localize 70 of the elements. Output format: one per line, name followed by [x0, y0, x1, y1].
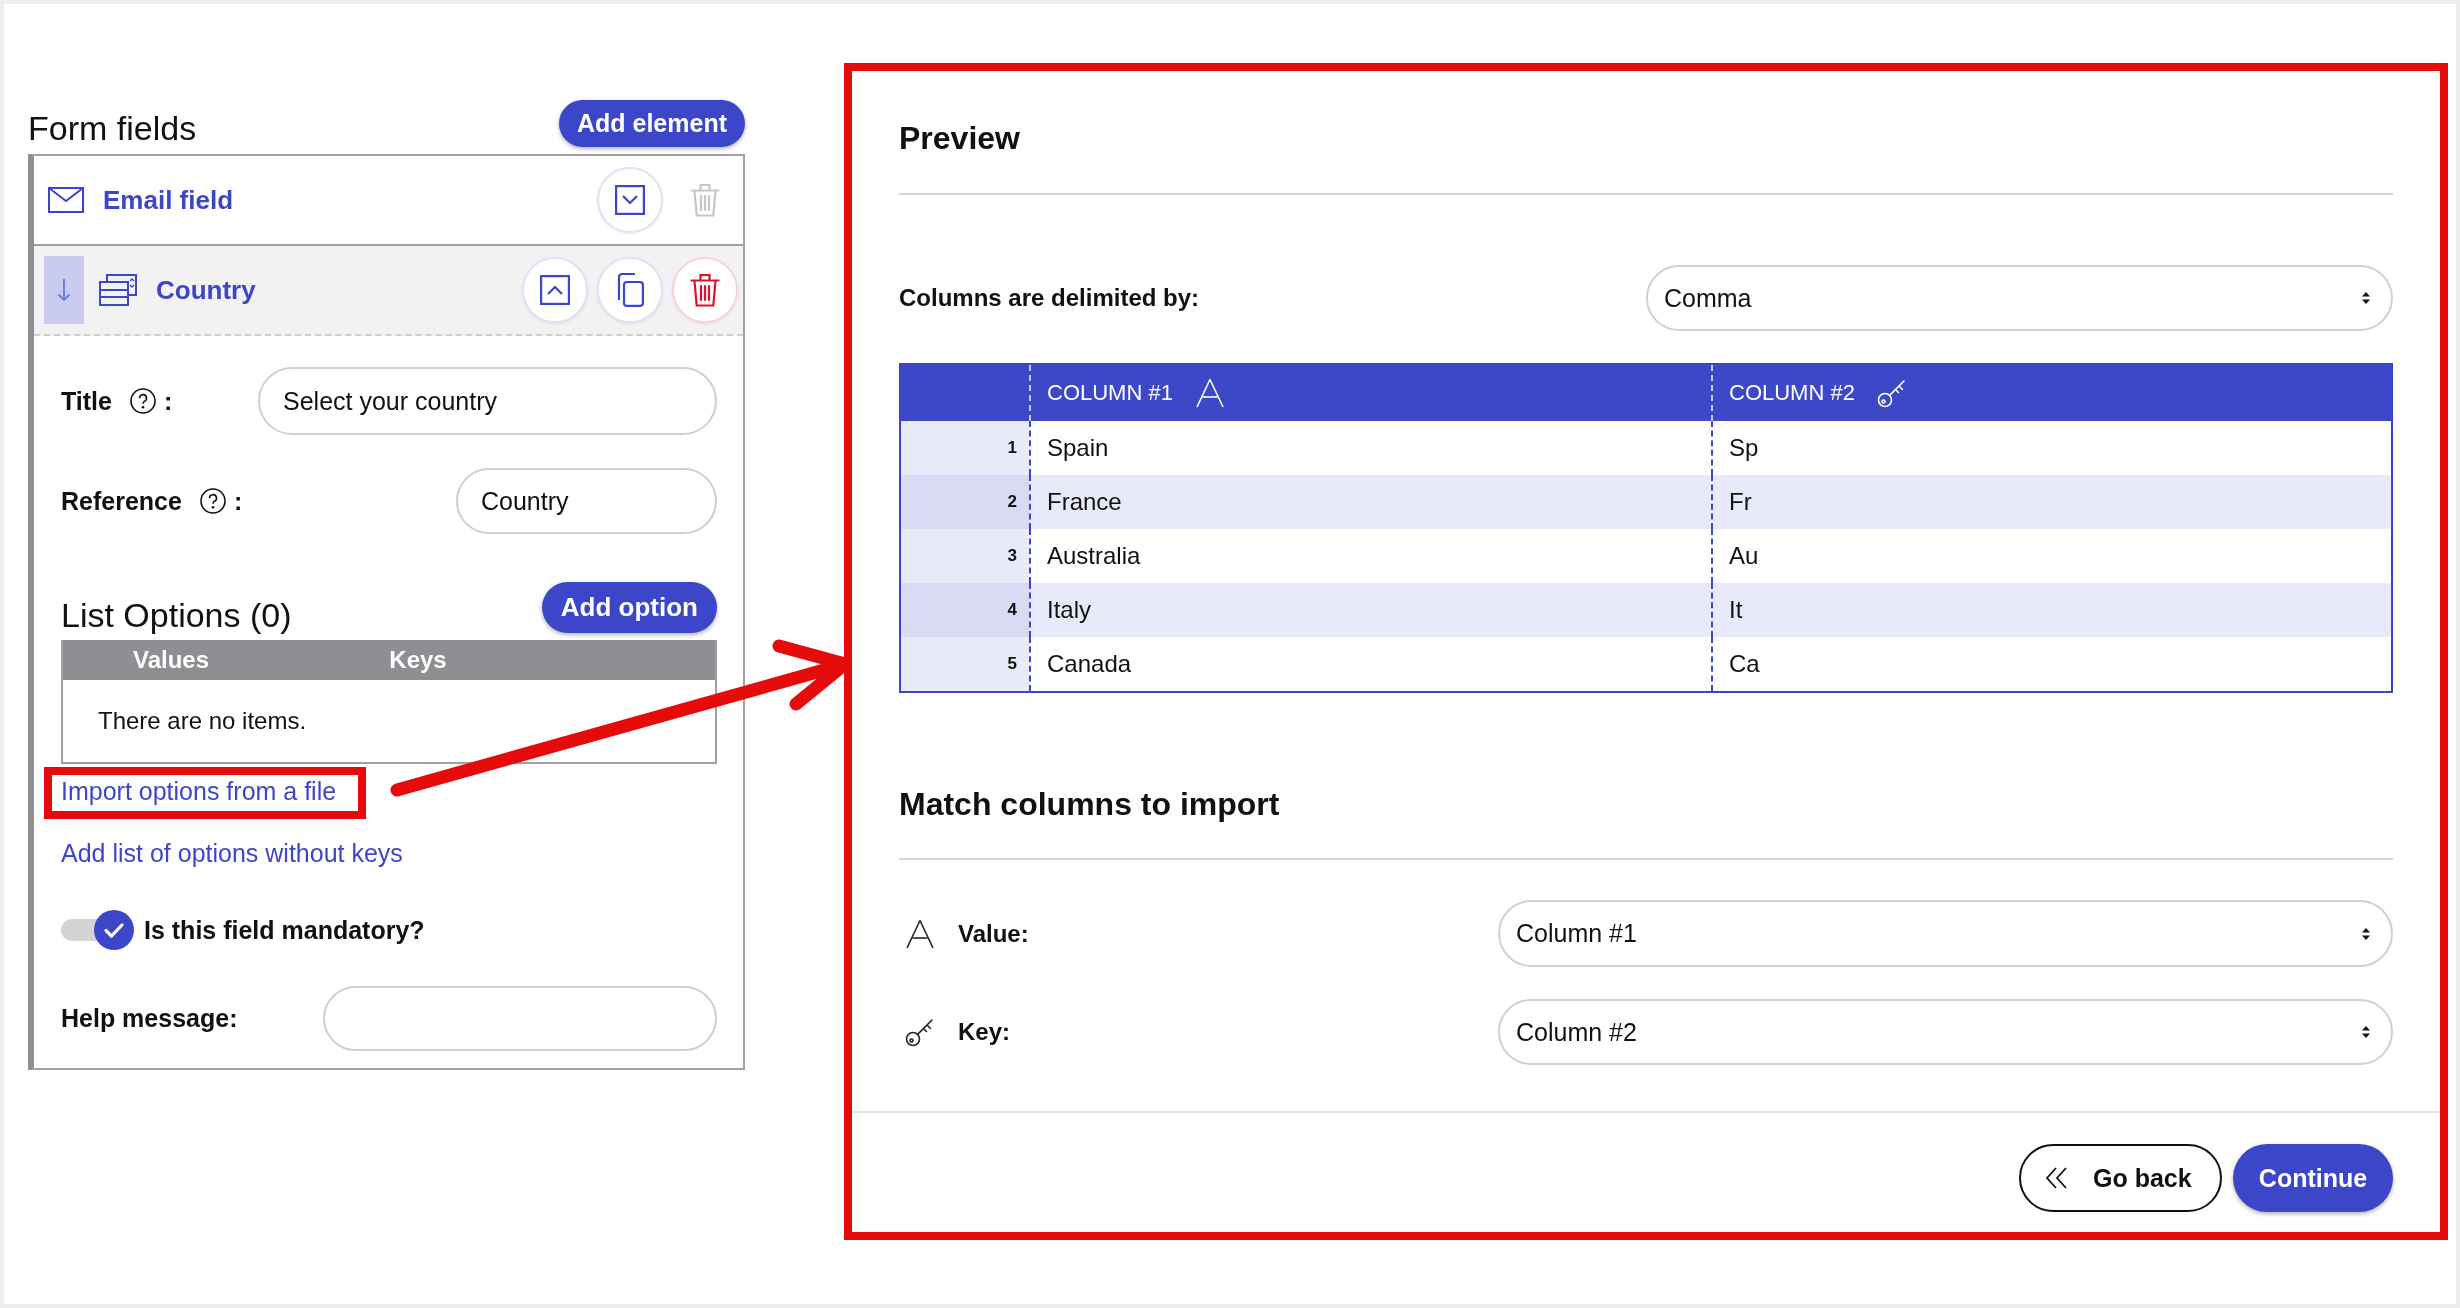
duplicate-button[interactable] — [597, 257, 663, 323]
check-circle-icon — [94, 910, 134, 950]
key-icon — [1876, 378, 1907, 408]
section-title: Preview — [899, 119, 1020, 158]
table-cell: Canada — [1047, 650, 1132, 678]
sort-caret-icon — [2361, 290, 2371, 306]
label-colon: : — [233, 486, 243, 516]
row-number: 5 — [1007, 654, 1017, 674]
trash-icon — [690, 273, 720, 307]
delimiter-select[interactable]: Comma — [1646, 265, 2393, 331]
toggle-label: Is this field mandatory? — [144, 915, 425, 945]
delete-button[interactable] — [672, 257, 738, 323]
input-label: Reference — [61, 486, 182, 516]
go-back-button[interactable]: Go back — [2019, 1144, 2222, 1212]
font-icon — [905, 918, 935, 949]
field-label: Email field — [103, 184, 234, 216]
trash-icon — [690, 183, 720, 217]
title-input[interactable]: Select your country — [258, 367, 717, 435]
table-cell: Sp — [1729, 434, 1759, 462]
arrow-down-icon — [57, 278, 71, 302]
label-colon: : — [163, 386, 173, 416]
empty-message: There are no items. — [98, 707, 307, 735]
input-label: Help message: — [61, 1004, 238, 1033]
envelope-icon — [48, 187, 84, 213]
chevron-down-square-icon — [615, 185, 645, 215]
sort-caret-icon — [2361, 1024, 2371, 1040]
column-select[interactable]: Column #2 — [1498, 999, 2393, 1065]
table-cell: France — [1047, 488, 1122, 516]
font-icon — [1194, 378, 1225, 408]
help-icon — [129, 388, 156, 414]
field-label: Key: — [958, 1018, 1011, 1046]
double-chevron-left-icon — [2045, 1167, 2069, 1189]
field-label: Country — [156, 274, 256, 306]
text-link[interactable]: Add list of options without keys — [61, 839, 403, 867]
table-cell: Australia — [1047, 542, 1141, 570]
table-cell: Fr — [1729, 488, 1752, 516]
section-title: Form fields — [28, 108, 197, 148]
table-cell: It — [1729, 596, 1743, 624]
chevron-up-square-icon — [540, 275, 570, 305]
input-label: Title — [61, 386, 112, 416]
table-cell: Spain — [1047, 434, 1109, 462]
table-cell: Au — [1729, 542, 1759, 570]
column-header: Values — [132, 646, 210, 674]
add-element-button[interactable]: Add element — [558, 100, 745, 147]
row-number: 2 — [1007, 492, 1017, 512]
help-icon — [199, 488, 226, 514]
move-down-button[interactable] — [597, 167, 663, 233]
drag-handle[interactable] — [44, 256, 84, 324]
table-cell: Italy — [1047, 596, 1091, 624]
delimiter-label: Columns are delimited by: — [899, 284, 1200, 312]
copy-icon — [616, 273, 644, 307]
text-link[interactable]: Import options from a file — [61, 777, 337, 805]
row-number: 1 — [1007, 438, 1017, 458]
column-select[interactable]: Column #1 — [1498, 900, 2393, 967]
column-header: COLUMN #2 — [1729, 380, 1855, 406]
table-cell: Ca — [1729, 650, 1760, 678]
section-title: Match columns to import — [899, 785, 1280, 824]
field-label: Value: — [958, 919, 1029, 948]
continue-button[interactable]: Continue — [2233, 1144, 2393, 1212]
card-icon — [99, 274, 137, 306]
key-icon — [905, 1017, 935, 1047]
add-option-button[interactable]: Add option — [541, 582, 717, 633]
section-title: List Options (0) — [61, 595, 292, 635]
column-header: Keys — [389, 646, 447, 674]
mandatory-toggle[interactable] — [61, 910, 134, 950]
move-up-button[interactable] — [522, 257, 588, 323]
reference-input[interactable]: Country — [456, 468, 717, 534]
column-header: COLUMN #1 — [1047, 380, 1173, 406]
row-number: 3 — [1007, 546, 1017, 566]
row-number: 4 — [1007, 600, 1017, 620]
